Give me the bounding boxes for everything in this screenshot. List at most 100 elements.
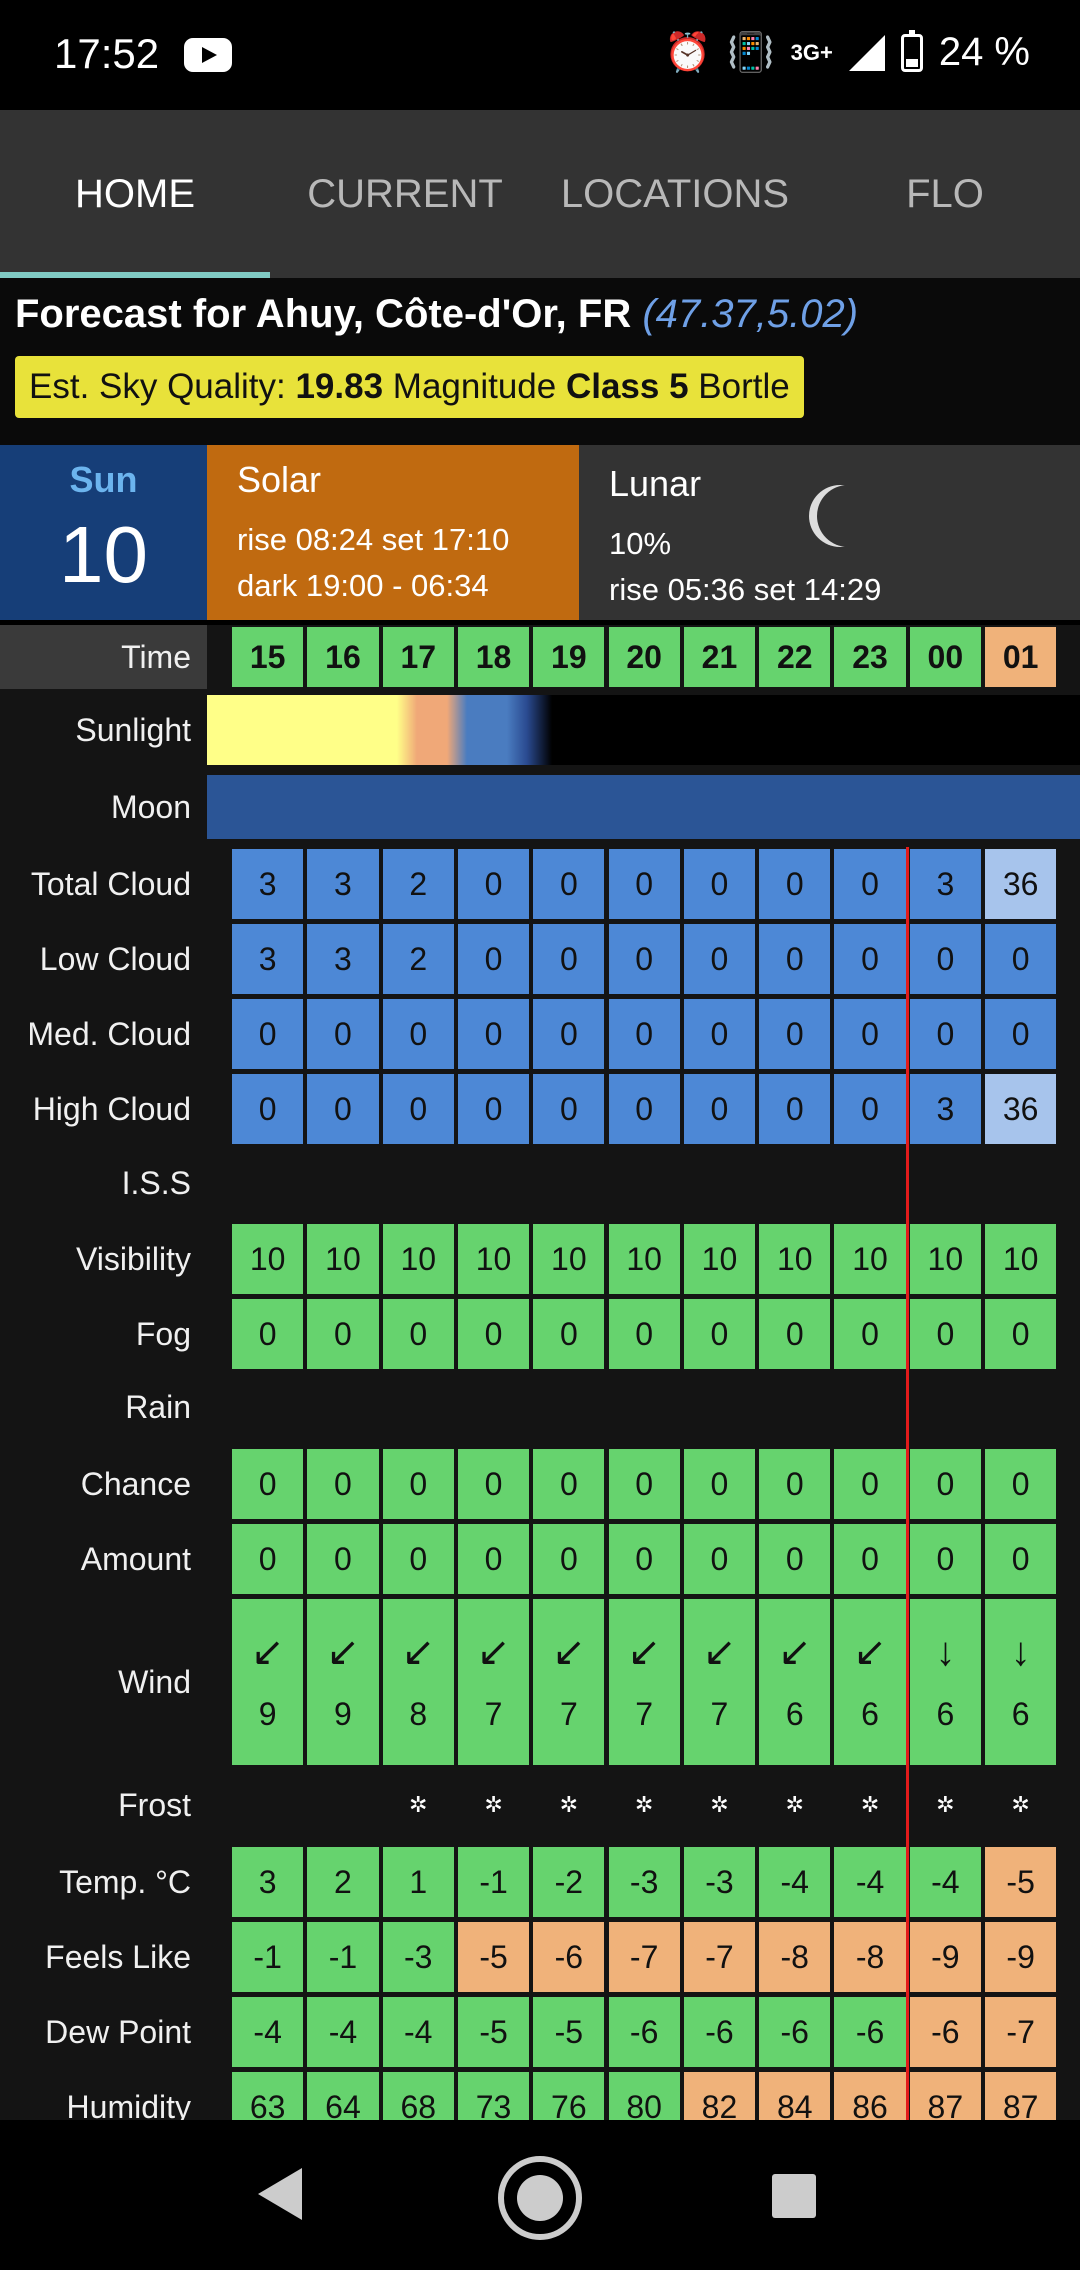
total-cloud-cell: 0: [455, 847, 532, 921]
recent-apps-icon[interactable]: [772, 2174, 816, 2218]
dew-point-cell: -6: [757, 1995, 833, 2069]
solar-dark-word: dark: [237, 568, 306, 603]
low-cloud-cell: 0: [983, 922, 1059, 996]
status-time: 17:52: [54, 30, 160, 77]
forecast-cells[interactable]: 15 16 17 18 19 20 21 22 23 00 01 3 3 2 0 0 0 0 0 0 3 36 3 3 2 0 0 0…: [207, 625, 1080, 2120]
high-cloud-cell: 0: [230, 1072, 306, 1146]
dew-point-cell: -6: [681, 1995, 758, 2069]
visibility-cell: 10: [531, 1222, 607, 1296]
lunar-rise-word: rise: [609, 572, 668, 607]
frost-mark: ✲: [710, 1792, 729, 1817]
row-label-temp: Temp. °C: [59, 1863, 191, 1900]
feels-like-cell: -7: [606, 1920, 682, 1994]
alarm-icon: ⏰: [663, 31, 712, 74]
fog-cell: 0: [606, 1297, 682, 1371]
chance-cell: 0: [230, 1447, 306, 1521]
med-cloud-cell: 0: [531, 997, 607, 1071]
battery-icon: [900, 29, 923, 72]
solar-dark-range: 19:00 - 06:34: [305, 568, 489, 603]
dew-point-cell: -4: [380, 1995, 456, 2069]
home-icon[interactable]: [498, 2156, 582, 2240]
day-box[interactable]: Sun 10: [0, 445, 207, 620]
chance-cell: 0: [681, 1447, 758, 1521]
visibility-cell: 10: [757, 1222, 833, 1296]
wind-direction-icon: ↙: [401, 1629, 435, 1674]
low-cloud-cell: 0: [681, 922, 758, 996]
solar-rise-set: rise 08:24 set 17:10: [237, 517, 579, 563]
fog-cell: 0: [380, 1297, 456, 1371]
temp-cell: 1: [380, 1845, 456, 1919]
feels-like-cell: -1: [230, 1920, 306, 1994]
humidity-cell: 80: [606, 2070, 682, 2120]
hour-cell: 19: [531, 625, 607, 689]
wind-speed: 6: [1011, 1695, 1030, 1732]
frost-mark: ✲: [484, 1792, 503, 1817]
temp-cell: 2: [305, 1845, 381, 1919]
status-icons: ⏰ 📳 3G+ 24 %: [663, 29, 1030, 75]
hour-cell: 01: [983, 625, 1059, 689]
hour-cell: 00: [907, 625, 983, 689]
amount-cell: 0: [757, 1522, 833, 1596]
solar-title: Solar: [237, 459, 322, 500]
wind-cell: ↙ 7: [531, 1597, 607, 1767]
amount-cell: 0: [455, 1522, 532, 1596]
tab-locations[interactable]: LOCATIONS: [540, 110, 810, 278]
row-label-feels-like: Feels Like: [45, 1938, 191, 1975]
forecast-header: Forecast for Ahuy, Côte-d'Or, FR (47.37,…: [0, 278, 1080, 445]
med-cloud-cell: 0: [380, 997, 456, 1071]
fog-cell: 0: [983, 1297, 1059, 1371]
humidity-cell: 68: [380, 2070, 456, 2120]
forecast-grid[interactable]: Time Sunlight Moon Total Cloud Low Cloud Med.…: [0, 625, 1080, 2120]
tab-flo[interactable]: FLO: [810, 110, 1080, 278]
chance-cell: 0: [983, 1447, 1059, 1521]
low-cloud-cell: 0: [907, 922, 983, 996]
wind-cell: ↓ 6: [983, 1597, 1059, 1767]
high-cloud-cell: 0: [455, 1072, 532, 1146]
amount-cell: 0: [606, 1522, 682, 1596]
sky-quality-suffix: Bortle: [688, 367, 790, 406]
amount-cell: 0: [531, 1522, 607, 1596]
hour-cell: 16: [305, 625, 381, 689]
sky-quality-badge: Est. Sky Quality: 19.83 Magnitude Class …: [15, 356, 804, 418]
chance-cell: 0: [305, 1447, 381, 1521]
humidity-cell: 87: [907, 2070, 983, 2120]
tab-home[interactable]: HOME: [0, 110, 270, 278]
moon-phase-icon: [817, 485, 879, 547]
total-cloud-cell: 0: [531, 847, 607, 921]
location-coordinates: (47.37,5.02): [642, 292, 859, 336]
chance-cell: 0: [907, 1447, 983, 1521]
hour-cell: 18: [455, 625, 532, 689]
lunar-set: 14:29: [803, 572, 882, 607]
humidity-cell: 73: [455, 2070, 532, 2120]
row-label-rain: Rain: [125, 1388, 191, 1425]
signal-icon: [848, 34, 885, 71]
wind-direction-icon: ↓: [1010, 1629, 1031, 1674]
tab-current[interactable]: CURRENT: [270, 110, 540, 278]
med-cloud-cell: 0: [681, 997, 758, 1071]
day-name: Sun: [69, 459, 138, 500]
visibility-cell: 10: [907, 1222, 983, 1296]
med-cloud-cell: 0: [757, 997, 833, 1071]
feels-like-cell: -1: [305, 1920, 381, 1994]
low-cloud-cell: 0: [455, 922, 532, 996]
wind-direction-icon: ↙: [326, 1629, 360, 1674]
wind-direction-icon: ↙: [552, 1629, 586, 1674]
chance-cell: 0: [380, 1447, 456, 1521]
high-cloud-cell: 0: [832, 1072, 908, 1146]
chance-cell: 0: [531, 1447, 607, 1521]
battery-percent: 24 %: [938, 30, 1030, 74]
dew-point-cell: -5: [531, 1995, 607, 2069]
high-cloud-cell: 0: [606, 1072, 682, 1146]
day-info: Sun 10 Solar rise 08:24 set 17:10 dark 1…: [0, 445, 1080, 620]
total-cloud-cell: 0: [606, 847, 682, 921]
solar-set: 17:10: [431, 522, 510, 557]
wind-cell: ↙ 6: [832, 1597, 908, 1767]
back-icon[interactable]: [258, 2168, 302, 2220]
row-label-humidity: Humidity: [66, 2088, 191, 2121]
total-cloud-cell: 0: [832, 847, 908, 921]
navigation-bar: [0, 2120, 1080, 2270]
solar-panel: Solar rise 08:24 set 17:10 dark 19:00 - …: [207, 445, 579, 620]
lunar-rise-set: rise 05:36 set 14:29: [609, 567, 1080, 613]
day-number: 10: [59, 510, 148, 599]
dew-point-cell: -4: [230, 1995, 306, 2069]
